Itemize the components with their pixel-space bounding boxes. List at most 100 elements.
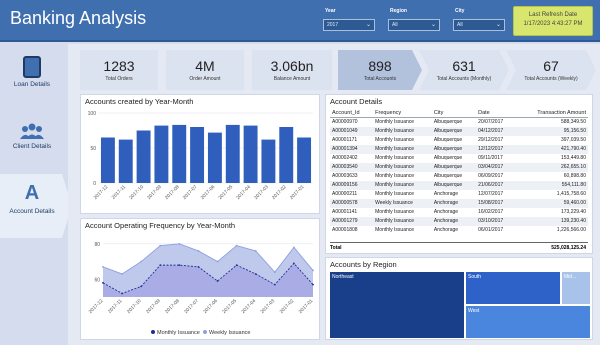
y-tick-label: 0	[93, 181, 96, 187]
treemap-title: Accounts by Region	[330, 260, 397, 269]
data-point	[102, 281, 104, 284]
x-tick-label: 2017-06	[200, 184, 217, 201]
treemap-region-midwest[interactable]: Mid...	[562, 272, 590, 304]
kpi-label: Order Amount	[189, 76, 221, 82]
table-row[interactable]: A00003633 Monthly Issuance Albuquerque 06/0…	[330, 172, 588, 181]
city-select[interactable]: All ⌄	[453, 19, 505, 31]
kpi-value: 4M	[195, 58, 215, 74]
table-row[interactable]: A00001141 Monthly Issuance Anchorage 16/02/…	[330, 208, 588, 217]
data-point	[121, 273, 123, 275]
table-cell: Monthly Issuance	[375, 191, 415, 197]
table-cell: A00001808	[332, 227, 358, 233]
kpi-total-accounts[interactable]: 898 Total Accounts	[338, 50, 422, 90]
table-row[interactable]: A00001279 Monthly Issuance Anchorage 03/10/…	[330, 216, 588, 226]
table-row[interactable]: A00001171 Monthly Issuance Albuquerque 29/1…	[330, 136, 588, 145]
kpi-value: 67	[543, 58, 559, 74]
x-tick-label: 2017-06	[202, 298, 219, 315]
bar	[190, 127, 205, 183]
table-cell: 1,415,758.60	[556, 191, 586, 197]
legend-label: Monthly Issuance	[157, 330, 200, 336]
table-row[interactable]: A00001394 Monthly Issuance Albuquerque 12/1…	[330, 144, 588, 154]
column-header[interactable]: Transaction Amount	[515, 109, 588, 118]
x-tick-label: 2017-09	[145, 298, 162, 315]
y-tick-label: 100	[88, 111, 97, 117]
table-cell: Anchorage	[433, 227, 459, 233]
x-tick-label: 2017-03	[260, 298, 277, 315]
table-cell: 12/07/2017	[478, 191, 504, 197]
table-row[interactable]: A00001808 Monthly Issuance Anchorage 06/01/…	[330, 226, 588, 235]
sidebar-item-client-details[interactable]: Client Details	[0, 122, 64, 164]
table-row[interactable]: A00000578 Weekly Issuance Anchorage 15/08/2…	[330, 198, 588, 208]
column-header[interactable]: Account_Id	[330, 109, 374, 118]
sidebar-item-loan-details[interactable]: Loan Details	[0, 56, 64, 104]
legend-marker	[151, 330, 155, 334]
data-point	[293, 262, 295, 265]
treemap-region-northeast[interactable]: Northeast	[330, 272, 464, 338]
kpi-value: 898	[368, 58, 392, 74]
kpi-label: Total Accounts	[363, 76, 397, 82]
kpi-total-accounts-monthly[interactable]: 631 Total Accounts (Monthly)	[419, 50, 509, 90]
city-filter-label: City	[455, 8, 465, 14]
x-tick-label: 2017-05	[221, 298, 238, 315]
data-point	[197, 250, 200, 252]
table-row[interactable]: A00003540 Monthly Issuance Albuquerque 03/0…	[330, 162, 588, 172]
users-icon	[20, 123, 44, 139]
table-cell: Albuquerque	[433, 155, 463, 161]
table-cell: 16/02/2017	[478, 209, 504, 215]
x-tick-label: 2017-10	[126, 298, 143, 315]
table-cell: A00002402	[332, 155, 358, 161]
table-row[interactable]: A00001049 Monthly Issuance Albuquerque 04/1…	[330, 126, 588, 136]
column-header[interactable]: City	[431, 109, 477, 118]
table-row[interactable]: A00000211 Monthly Issuance Anchorage 12/07/…	[330, 190, 588, 199]
region-filter[interactable]: Region All ⌄	[388, 7, 440, 35]
table-cell: Monthly Issuance	[373, 144, 432, 154]
table-cell: Albuquerque	[431, 162, 477, 172]
year-select[interactable]: 2017 ⌄	[323, 19, 375, 31]
accounts-created-bar-chart: 0501002017-12 2017-11 2017-10 2017-09 2017-0…	[88, 111, 313, 201]
table-row[interactable]: A00009156 Monthly Issuance Albuquerque 21/0…	[330, 180, 588, 190]
kpi-value: 631	[452, 58, 476, 74]
sidebar-item-account-details[interactable]: A Account Details	[0, 182, 64, 230]
data-point	[312, 283, 314, 286]
table-cell: Monthly Issuance	[375, 155, 415, 161]
x-tick-label: 2017-02	[279, 298, 296, 315]
operating-frequency-area-chart: 60802017-12 2017-11 2017-10 2017-09 2017-08 2…	[88, 242, 315, 336]
kpi-label: Total Accounts (Weekly)	[524, 76, 578, 82]
sidebar-item-label: Loan Details	[13, 81, 51, 88]
region-select[interactable]: All ⌄	[388, 19, 440, 31]
table-cell: A00003540	[330, 162, 374, 172]
data-point	[121, 292, 123, 295]
table-row[interactable]: A00002402 Monthly Issuance Albuquerque 09/1…	[330, 154, 588, 163]
kpi-label: Total Orders	[105, 76, 133, 82]
table-cell: Monthly Issuance	[375, 209, 415, 215]
data-point	[216, 260, 219, 263]
kpi-label: Total Accounts (Monthly)	[436, 76, 492, 82]
data-point	[197, 265, 200, 268]
x-tick-label: 2017-05	[217, 184, 234, 201]
year-filter[interactable]: Year 2017 ⌄	[323, 7, 375, 35]
treemap-region-west[interactable]: West	[466, 306, 590, 338]
account-details-panel: Account Details Account_Id Frequency Cit…	[325, 94, 593, 254]
data-point	[235, 264, 238, 267]
letter-a-icon: A	[24, 182, 40, 204]
year-filter-label: Year	[325, 8, 336, 14]
table-row[interactable]: A00000970 Monthly Issuance Albuquerque 20/0…	[330, 118, 588, 127]
x-tick-label: 2017-09	[146, 184, 163, 201]
total-value: 525,028,125.24	[551, 245, 586, 251]
table-cell: Monthly Issuance	[375, 173, 415, 179]
page-title: Banking Analysis	[10, 8, 147, 28]
data-point	[102, 265, 104, 268]
kpi-total-accounts-weekly[interactable]: 67 Total Accounts (Weekly)	[506, 50, 596, 90]
column-header[interactable]: Date	[476, 109, 516, 118]
bar	[172, 124, 187, 183]
document-icon	[23, 56, 41, 78]
y-tick-label: 80	[94, 242, 100, 248]
kpi-total-orders: 1283 Total Orders	[80, 50, 158, 90]
data-point	[254, 273, 257, 275]
table-cell: Albuquerque	[431, 144, 477, 154]
city-filter[interactable]: City All ⌄	[453, 7, 505, 35]
column-header[interactable]: Frequency	[373, 109, 432, 118]
treemap-region-south[interactable]: South	[466, 272, 560, 304]
bar	[261, 139, 276, 183]
table-cell: 588,349.50	[560, 119, 586, 126]
